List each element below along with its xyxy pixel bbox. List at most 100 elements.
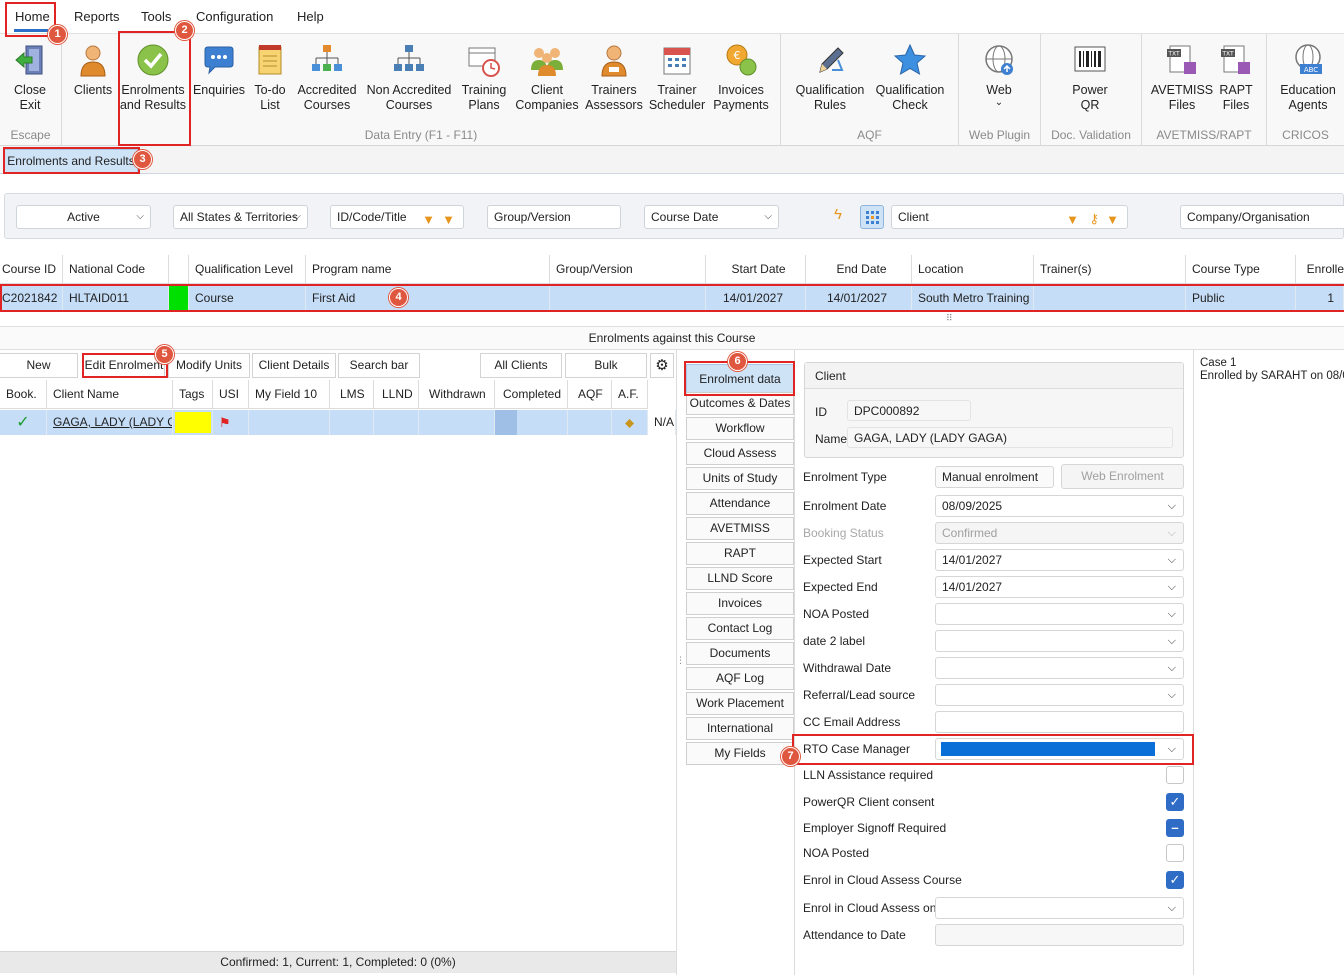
column-header[interactable]: Start Date — [706, 255, 806, 284]
cell-client-name[interactable]: GAGA, LADY (LADY GAGA) — [47, 410, 173, 435]
column-header[interactable]: USI — [213, 380, 249, 409]
column-header[interactable]: Course Type — [1186, 255, 1296, 284]
tab-contact-log[interactable]: Contact Log — [686, 617, 794, 640]
key-icon[interactable]: ⚷ — [1089, 208, 1099, 230]
tab-work-placement[interactable]: Work Placement — [686, 692, 794, 715]
column-header[interactable]: LLND — [374, 380, 419, 409]
column-header[interactable]: A.F. — [612, 380, 648, 409]
tab-units-of-study[interactable]: Units of Study — [686, 467, 794, 490]
vertical-splitter-grip-icon[interactable]: ⋮ — [676, 655, 685, 666]
column-header[interactable]: Course ID — [0, 255, 63, 284]
expected-start-picker[interactable]: 14/01/2027 ⌵ — [935, 549, 1184, 571]
edit-enrolment-button[interactable]: Edit Enrolment — [83, 353, 165, 378]
column-header[interactable]: My Field 10 — [249, 380, 330, 409]
tab-my-fields[interactable]: My Fields — [686, 742, 794, 765]
qualification-check-button[interactable]: Qualification Check — [872, 42, 948, 113]
status-filter-select[interactable]: Active ⌵ — [16, 205, 151, 229]
filter-icon[interactable]: ▼ — [422, 209, 435, 231]
column-header[interactable]: Group/Version — [550, 255, 706, 284]
column-header[interactable]: Completed — [495, 380, 568, 409]
new-enrolment-button[interactable]: New Enrolment — [0, 353, 78, 395]
menu-help[interactable]: Help — [297, 9, 324, 24]
menu-tools[interactable]: Tools — [141, 9, 171, 24]
tab-international[interactable]: International — [686, 717, 794, 740]
power-qr-button[interactable]: Power QR — [1057, 42, 1123, 113]
rto-case-manager-select[interactable]: ⌵ — [935, 738, 1184, 760]
tab-rapt[interactable]: RAPT — [686, 542, 794, 565]
date-2-picker[interactable]: ⌵ — [935, 630, 1184, 652]
cloud-assess-on-picker[interactable]: ⌵ — [935, 897, 1184, 919]
trainers-assessors-button[interactable]: Trainers Assessors — [581, 42, 647, 113]
client-details-button[interactable]: Client Details — [252, 353, 336, 378]
tab-attendance[interactable]: Attendance — [686, 492, 794, 515]
company-filter-input[interactable]: Company/Organisation — [1180, 205, 1344, 229]
trainer-scheduler-button[interactable]: Trainer Scheduler — [644, 42, 710, 113]
column-header[interactable]: Program name — [306, 255, 550, 284]
noa-posted-checkbox[interactable] — [1166, 844, 1184, 862]
clients-button[interactable]: Clients — [60, 42, 126, 98]
expected-end-picker[interactable]: 14/01/2027 ⌵ — [935, 576, 1184, 598]
tab-cloud-assess[interactable]: Cloud Assess — [686, 442, 794, 465]
non-accredited-courses-button[interactable]: Non Accredited Courses — [364, 42, 454, 113]
powerqr-consent-checkbox[interactable]: ✓ — [1166, 793, 1184, 811]
tab-documents[interactable]: Documents — [686, 642, 794, 665]
column-header[interactable]: Book. — [0, 380, 47, 409]
column-header[interactable]: Qualification Level — [189, 255, 306, 284]
tab-invoices[interactable]: Invoices — [686, 592, 794, 615]
column-header[interactable] — [169, 255, 189, 284]
enrolments-results-button[interactable]: Enrolments and Results — [119, 42, 187, 113]
filter-icon[interactable]: ▼ — [1066, 209, 1079, 231]
search-bar-button[interactable]: Search bar — [338, 353, 420, 378]
column-header[interactable]: Location — [912, 255, 1034, 284]
clear-filter-icon[interactable]: ▼ — [1106, 209, 1119, 231]
menu-reports[interactable]: Reports — [74, 9, 120, 24]
column-header[interactable]: National Code — [63, 255, 169, 284]
state-filter-select[interactable]: All States & Territories ⌵ — [173, 205, 308, 229]
training-plans-button[interactable]: Training Plans — [451, 42, 517, 113]
client-filter-input[interactable]: Client ▼ ⚷ ▼ — [891, 205, 1128, 229]
invoices-payments-button[interactable]: € Invoices Payments — [708, 42, 774, 113]
column-header[interactable]: Tags — [173, 380, 213, 409]
education-agents-button[interactable]: ABC Education Agents — [1274, 42, 1342, 113]
tab-enrolments-results[interactable]: Enrolments and Results — [4, 149, 138, 174]
lln-assistance-checkbox[interactable] — [1166, 766, 1184, 784]
column-header[interactable]: LMS — [330, 380, 374, 409]
tab-avetmiss[interactable]: AVETMISS — [686, 517, 794, 540]
menu-configuration[interactable]: Configuration — [196, 9, 273, 24]
qualification-rules-button[interactable]: Qualification Rules — [792, 42, 868, 113]
cloud-assess-course-checkbox[interactable]: ✓ — [1166, 871, 1184, 889]
lightning-icon[interactable]: ϟ — [834, 206, 842, 223]
clear-filter-icon[interactable]: ▼ — [442, 209, 455, 231]
enrolment-date-picker[interactable]: 08/09/2025 ⌵ — [935, 495, 1184, 517]
client-companies-button[interactable]: Client Companies — [514, 42, 580, 113]
web-enrolment-button[interactable]: Web Enrolment — [1061, 464, 1184, 489]
employer-signoff-checkbox[interactable]: – — [1166, 819, 1184, 837]
gear-icon[interactable]: ⚙ — [650, 353, 674, 378]
tab-aqf-log[interactable]: AQF Log — [686, 667, 794, 690]
accredited-courses-button[interactable]: Accredited Courses — [294, 42, 360, 113]
splitter-grip-icon[interactable]: ⠿ — [946, 313, 954, 324]
tab-llnd-score[interactable]: LLND Score — [686, 567, 794, 590]
column-header[interactable]: Withdrawn — [419, 380, 495, 409]
column-header[interactable]: Trainer(s) — [1034, 255, 1186, 284]
column-header[interactable]: End Date — [806, 255, 912, 284]
date-field-select[interactable]: Course Date ⌵ — [644, 205, 779, 229]
grid-view-icon[interactable] — [860, 205, 884, 229]
withdrawal-date-picker[interactable]: ⌵ — [935, 657, 1184, 679]
bulk-button[interactable]: Bulk — [565, 353, 647, 378]
modify-units-button[interactable]: Modify Units — [168, 353, 250, 378]
id-code-title-input[interactable]: ID/Code/Title ▼ ▼ — [330, 205, 464, 229]
column-header[interactable]: Enrolle — [1296, 255, 1344, 284]
column-header[interactable]: AQF — [568, 380, 612, 409]
cc-email-input[interactable] — [935, 711, 1184, 733]
close-exit-button[interactable]: Close Exit — [0, 42, 63, 113]
referral-source-select[interactable]: ⌵ — [935, 684, 1184, 706]
tab-outcomes-dates[interactable]: Outcomes & Dates — [686, 392, 794, 415]
rapt-files-button[interactable]: TXT RAPT Files — [1203, 42, 1269, 113]
tab-workflow[interactable]: Workflow — [686, 417, 794, 440]
all-clients-button[interactable]: All Clients — [480, 353, 562, 378]
web-button[interactable]: Web ⌄ — [966, 42, 1032, 108]
column-header[interactable]: Client Name — [47, 380, 173, 409]
menu-home[interactable]: Home — [15, 9, 50, 24]
group-version-input[interactable]: Group/Version — [487, 205, 621, 229]
